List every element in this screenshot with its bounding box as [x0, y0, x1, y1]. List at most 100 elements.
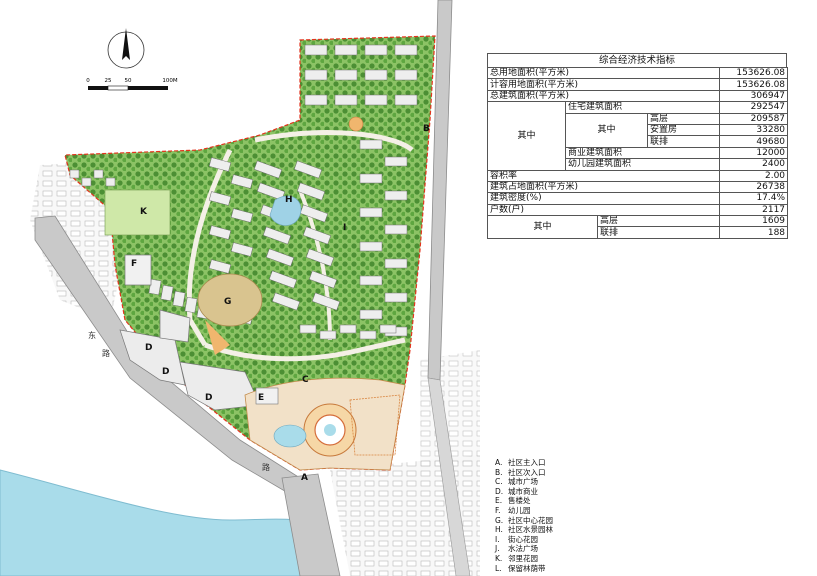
table-row: 计容用地面积(平方米) 153626.08	[486, 78, 789, 91]
table-row: 户数(户) 2117	[486, 203, 789, 217]
legend-key: K.	[495, 553, 503, 563]
row-value: 2.00	[719, 169, 789, 182]
legend-item: C. 城市广场	[495, 477, 553, 487]
legend-key: B.	[495, 467, 503, 477]
legend-text: 社区次入口	[508, 467, 546, 477]
building-block	[364, 69, 388, 81]
row-label: 商业建筑面积	[564, 146, 721, 160]
row-value: 292547	[719, 101, 789, 114]
table-row: 建筑占地面积(平方米) 26738	[486, 180, 789, 194]
legend-text: 城市商业	[508, 486, 538, 496]
building-block	[339, 324, 357, 334]
legend-key: G.	[495, 515, 504, 525]
legend-text: 社区水景园林	[508, 525, 553, 535]
road-label-road-south: 路	[262, 462, 270, 472]
legend-text: 幼儿园	[508, 505, 531, 515]
building-block	[394, 44, 418, 56]
legend-text: 售楼处	[508, 496, 531, 506]
kindergarten-building	[124, 254, 152, 286]
legend-key: I.	[495, 534, 500, 544]
legend: A. 社区主入口 B. 社区次入口 C. 城市广场 D. 城市商业 E. 售楼处 F. 幼儿园 G. 社区…	[495, 458, 553, 573]
row-label: 安置房	[646, 123, 721, 137]
legend-item: H. 社区水景园林	[495, 525, 553, 535]
building-block	[384, 224, 408, 235]
legend-text: 水法广场	[508, 544, 538, 554]
scale-tick-50: 50	[125, 78, 132, 84]
row-value: 49680	[719, 135, 789, 148]
building-block	[304, 44, 328, 56]
plaza-pond	[273, 424, 307, 448]
building-block	[69, 169, 80, 179]
building-block	[304, 69, 328, 81]
zone-label-d1: D	[145, 343, 152, 353]
row-value: 188	[719, 226, 789, 239]
row-value: 153626.08	[719, 66, 789, 80]
building-block	[172, 290, 186, 308]
scale-tick-25: 25	[105, 78, 112, 84]
row-label: 总建筑面积(平方米)	[486, 89, 721, 103]
building-block	[359, 275, 383, 286]
legend-item: B. 社区次入口	[495, 468, 553, 478]
table-row: 其中 高层 1609	[487, 215, 789, 239]
legend-key: F.	[495, 505, 501, 515]
row-label: 容积率	[486, 169, 721, 182]
building-block	[394, 69, 418, 81]
building-block	[93, 169, 104, 179]
legend-text: 邻里花园	[508, 553, 538, 563]
site-plan: 0 25 50 100M 东 路 路 A B C D D D E F G H I…	[0, 0, 480, 576]
legend-text: 保留林荫带	[508, 563, 546, 573]
economic-indicators-table: 综合经济技术指标 总用地面积(平方米) 153626.08 计容用地面积(平方米…	[486, 53, 789, 239]
zone-label-c: C	[302, 375, 309, 385]
building-block	[384, 258, 408, 269]
building-block	[394, 94, 418, 106]
scale-tick-0: 0	[86, 78, 90, 84]
row-label: 联排	[596, 226, 721, 239]
scale-tick-100: 100M	[162, 78, 177, 84]
row-label: 计容用地面积(平方米)	[486, 78, 721, 91]
row-value: 306947	[719, 89, 789, 103]
building-block	[319, 330, 337, 340]
table-row: 容积率 2.00	[486, 169, 789, 182]
building-block	[359, 173, 383, 184]
zone-label-b: B	[423, 124, 430, 134]
row-value: 2117	[719, 203, 789, 217]
row-label: 建筑占地面积(平方米)	[486, 180, 721, 194]
building-block	[299, 324, 317, 334]
indicator-grid: 总用地面积(平方米) 153626.08 计容用地面积(平方米) 153626.…	[486, 66, 789, 239]
north-gate-plaza	[348, 116, 364, 132]
building-block	[364, 94, 388, 106]
building-block	[359, 241, 383, 252]
building-block	[160, 284, 174, 302]
building-block	[384, 156, 408, 167]
zone-label-k: K	[140, 207, 148, 217]
legend-item: F. 幼儿园	[495, 506, 553, 516]
row-label: 住宅建筑面积	[564, 101, 721, 114]
row-label: 联排	[646, 135, 721, 148]
legend-text: 城市广场	[508, 477, 538, 487]
legend-item: G. 社区中心花园	[495, 516, 553, 526]
row-label: 幼儿园建筑面积	[564, 158, 721, 171]
building-block	[81, 177, 92, 187]
legend-key: A.	[495, 458, 503, 467]
legend-item: A. 社区主入口	[495, 458, 553, 468]
building-block	[334, 69, 358, 81]
among-label: 其中	[487, 215, 598, 239]
building-block	[379, 324, 397, 334]
row-value: 209587	[719, 112, 789, 125]
legend-item: D. 城市商业	[495, 487, 553, 497]
legend-item: L. 保留林荫带	[495, 564, 553, 574]
among-label: 其中	[565, 112, 648, 148]
legend-key: H.	[495, 525, 503, 535]
zone-label-d2: D	[162, 367, 169, 377]
building-block	[184, 296, 198, 314]
building-block	[359, 139, 383, 150]
zone-label-h: H	[285, 195, 293, 205]
legend-text: 社区中心花园	[508, 515, 553, 525]
building-block	[359, 330, 377, 340]
neighborhood-garden	[104, 189, 171, 236]
row-label: 户数(户)	[486, 203, 721, 217]
row-value: 12000	[719, 146, 789, 160]
legend-key: D.	[495, 486, 504, 496]
building-block	[359, 309, 383, 320]
table-row: 其中 住宅建筑面积 292547	[487, 101, 789, 171]
